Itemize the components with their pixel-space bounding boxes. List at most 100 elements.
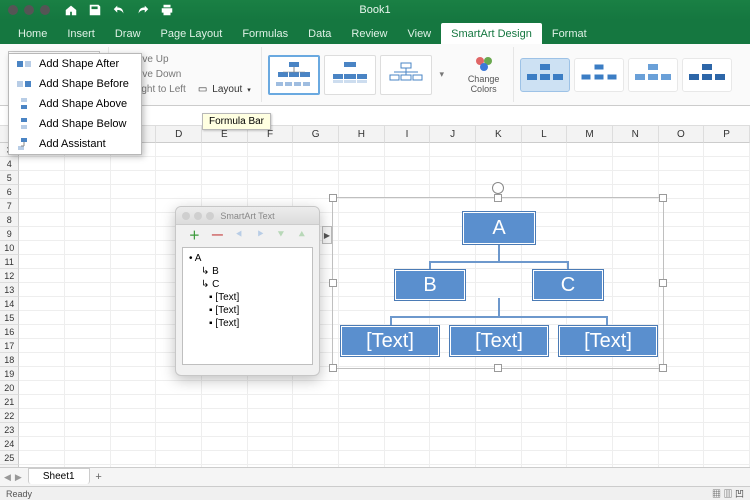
cell[interactable] [385,451,431,465]
cell[interactable] [111,451,157,465]
cell[interactable] [385,171,431,185]
resize-ne[interactable] [659,194,667,202]
save-icon[interactable] [88,3,102,17]
col-header[interactable]: J [430,126,476,143]
row-header[interactable]: 21 [0,395,19,409]
row-header[interactable]: 18 [0,353,19,367]
cell[interactable] [704,297,750,311]
resize-e[interactable] [659,279,667,287]
tab-formulas[interactable]: Formulas [232,23,298,44]
cell[interactable] [339,451,385,465]
change-colors-button[interactable]: ChangeColors [462,52,506,98]
cell[interactable] [111,409,157,423]
cell[interactable] [339,395,385,409]
cell[interactable] [522,171,568,185]
cell[interactable] [659,437,705,451]
cell[interactable] [65,255,111,269]
outdent-icon[interactable]: ⯇ [235,229,244,242]
cell[interactable] [430,367,476,381]
view-controls[interactable]: ▦ ▥ 凹 [712,487,744,500]
gallery-more[interactable]: ▾ [436,69,448,80]
cell[interactable] [613,381,659,395]
cell[interactable] [111,199,157,213]
cell[interactable] [111,423,157,437]
resize-sw[interactable] [329,364,337,372]
resize-s[interactable] [494,364,502,372]
cell[interactable] [248,451,294,465]
row-header[interactable]: 17 [0,339,19,353]
cell[interactable] [202,395,248,409]
cell[interactable] [522,157,568,171]
cell[interactable] [65,409,111,423]
col-header[interactable]: I [385,126,431,143]
cell[interactable] [65,367,111,381]
cell[interactable] [19,395,65,409]
cell[interactable] [704,241,750,255]
cell[interactable] [111,353,157,367]
cell[interactable] [19,157,65,171]
cell[interactable] [476,437,522,451]
cell[interactable] [19,423,65,437]
cell[interactable] [704,451,750,465]
cell[interactable] [659,241,705,255]
cell[interactable] [659,213,705,227]
cell[interactable] [111,255,157,269]
cell[interactable] [659,381,705,395]
row-header[interactable]: 10 [0,241,19,255]
cell[interactable] [248,381,294,395]
tab-home[interactable]: Home [8,23,57,44]
cell[interactable] [65,311,111,325]
cell[interactable] [111,241,157,255]
cell[interactable] [659,143,705,157]
cell[interactable] [430,409,476,423]
cell[interactable] [476,409,522,423]
cell[interactable] [704,423,750,437]
cell[interactable] [704,255,750,269]
cell[interactable] [659,255,705,269]
col-header[interactable]: G [293,126,339,143]
cell[interactable] [248,409,294,423]
cell[interactable] [19,353,65,367]
cell[interactable] [293,437,339,451]
cell[interactable] [704,199,750,213]
add-sheet-button[interactable]: + [90,471,108,483]
cell[interactable] [202,143,248,157]
cell[interactable] [293,409,339,423]
cell[interactable] [293,381,339,395]
outline-item[interactable]: ▪ [Text] [189,291,306,304]
cell[interactable] [156,437,202,451]
cell[interactable] [111,339,157,353]
cell[interactable] [19,213,65,227]
layout-thumb-3[interactable] [380,55,432,95]
cell[interactable] [19,199,65,213]
cell[interactable] [248,143,294,157]
row-header[interactable]: 15 [0,311,19,325]
cell[interactable] [704,325,750,339]
row-header[interactable]: 6 [0,185,19,199]
cell[interactable] [567,451,613,465]
cell[interactable] [613,423,659,437]
row-header[interactable]: 11 [0,255,19,269]
cell[interactable] [567,409,613,423]
cell[interactable] [65,325,111,339]
tab-page-layout[interactable]: Page Layout [151,23,233,44]
node-b[interactable]: B [395,270,465,300]
cell[interactable] [522,367,568,381]
menu-add-shape-above[interactable]: Add Shape Above [9,94,141,114]
print-icon[interactable] [160,3,174,17]
cell[interactable] [430,381,476,395]
cell[interactable] [19,311,65,325]
cell[interactable] [659,157,705,171]
cell[interactable] [522,451,568,465]
cell[interactable] [65,423,111,437]
cell[interactable] [430,171,476,185]
col-header[interactable]: D [156,126,202,143]
row-header[interactable]: 13 [0,283,19,297]
resize-nw[interactable] [329,194,337,202]
cell[interactable] [248,185,294,199]
cell[interactable] [19,367,65,381]
node-text-3[interactable]: [Text] [559,326,657,356]
cell[interactable] [19,185,65,199]
cell[interactable] [65,353,111,367]
row-header[interactable]: 9 [0,227,19,241]
